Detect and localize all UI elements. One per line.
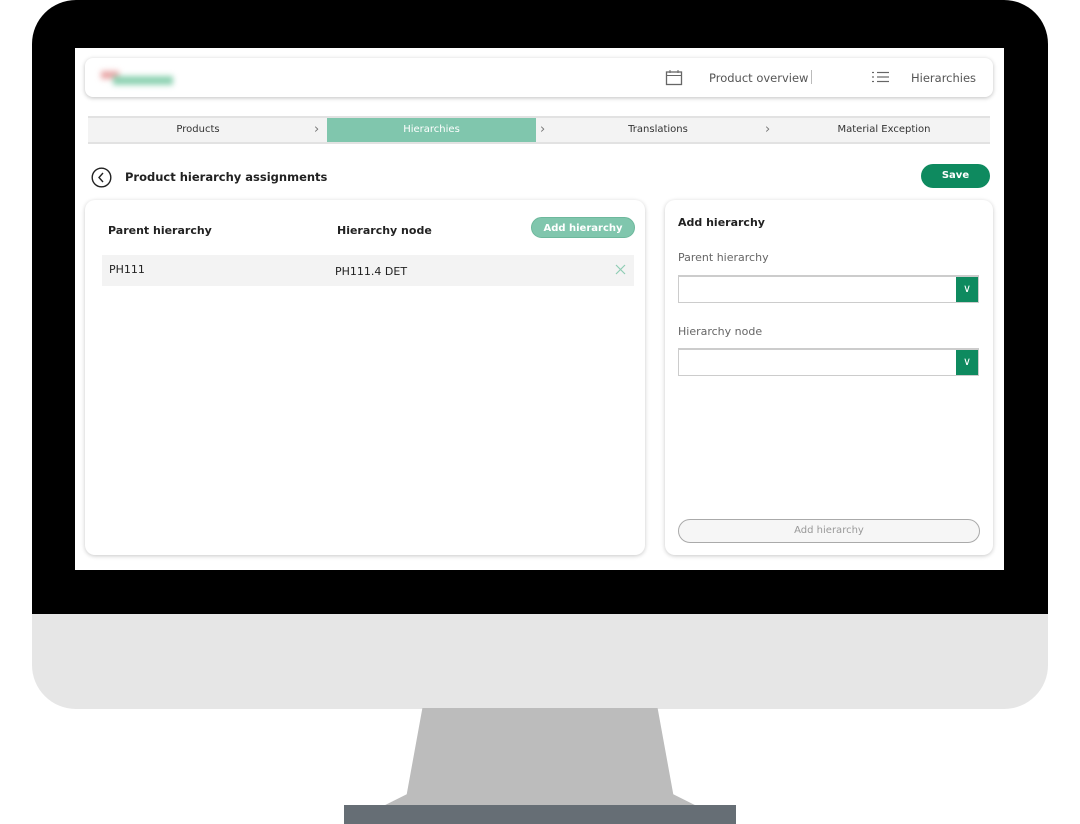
chevron-down-icon[interactable]: ∨ (956, 350, 978, 375)
list-icon[interactable] (872, 71, 890, 84)
column-header-parent: Parent hierarchy (108, 224, 212, 237)
monitor-stand (383, 708, 697, 806)
step-material-exception[interactable]: Material Exception (778, 118, 990, 142)
nav-hierarchies[interactable]: Hierarchies (911, 71, 976, 85)
step-products[interactable]: Products (88, 118, 308, 142)
save-button[interactable]: Save (921, 164, 990, 188)
add-hierarchy-button[interactable]: Add hierarchy (531, 217, 635, 238)
parent-hierarchy-select[interactable]: ∨ (678, 275, 979, 303)
column-header-node: Hierarchy node (337, 224, 432, 237)
app-screen: Product overview Hierarchies Products › … (75, 48, 1004, 570)
table-row: PH111 PH111.4 DET (102, 255, 634, 286)
parent-hierarchy-label: Parent hierarchy (678, 251, 769, 264)
nav-divider (811, 70, 812, 84)
row-node: PH111.4 DET (335, 265, 408, 278)
hierarchy-node-select[interactable]: ∨ (678, 348, 979, 376)
calendar-icon[interactable] (665, 69, 683, 86)
monitor-base (344, 805, 736, 824)
top-bar: Product overview Hierarchies (85, 58, 993, 97)
chevron-right-icon: › (540, 122, 546, 137)
step-translations[interactable]: Translations (553, 118, 763, 142)
add-hierarchy-card: Add hierarchy Parent hierarchy ∨ Hierarc… (665, 200, 993, 555)
nav-product-overview[interactable]: Product overview (709, 71, 808, 85)
hierarchy-node-label: Hierarchy node (678, 325, 763, 338)
page-title: Product hierarchy assignments (125, 170, 328, 184)
chevron-right-icon: › (765, 122, 771, 137)
monitor-chin (32, 614, 1048, 709)
back-icon[interactable] (91, 167, 112, 188)
company-logo (99, 69, 179, 87)
step-bar: Products › Hierarchies › Translations › … (88, 116, 990, 144)
submit-add-hierarchy-button[interactable]: Add hierarchy (678, 519, 980, 543)
chevron-down-icon[interactable]: ∨ (956, 277, 978, 302)
assignments-card: Parent hierarchy Hierarchy node Add hier… (85, 200, 645, 555)
chevron-right-icon: › (314, 122, 320, 137)
row-parent: PH111 (109, 263, 145, 276)
step-hierarchies[interactable]: Hierarchies (327, 118, 536, 142)
remove-icon[interactable] (615, 264, 626, 275)
form-title: Add hierarchy (678, 216, 765, 229)
